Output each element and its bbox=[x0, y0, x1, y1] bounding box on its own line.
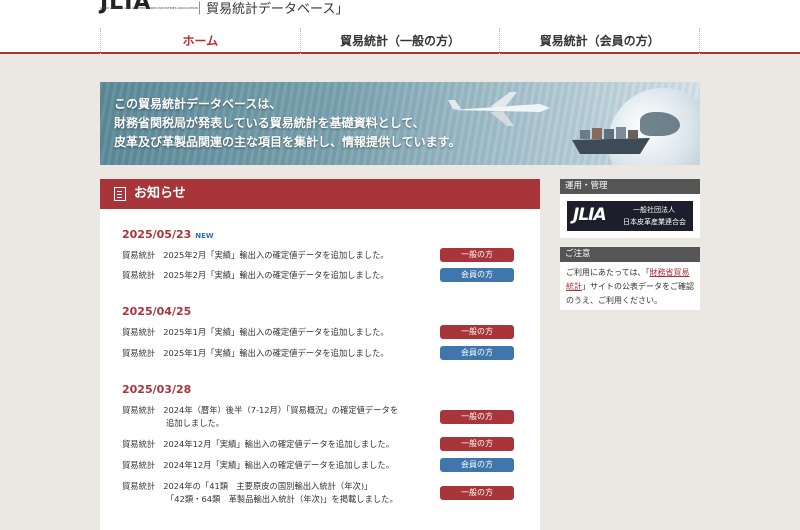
entry-category: 貿易統計 bbox=[122, 250, 156, 260]
nav-members[interactable]: 貿易統計（会員の方） bbox=[499, 28, 701, 54]
jlia-org-type: 一般社団法人 bbox=[633, 206, 675, 214]
entry-text: 2024年12月「実績」輸出入の確定値データを追加しました。 bbox=[163, 460, 395, 470]
general-button[interactable]: 一般の方 bbox=[440, 410, 514, 424]
entry-category: 貿易統計 bbox=[122, 327, 156, 337]
entry-text: 2024年12月「実績」輸出入の確定値データを追加しました。 bbox=[163, 439, 395, 449]
jlia-org-name: 日本皮革産業連合会 bbox=[623, 218, 686, 226]
list-item: 貿易統計 2025年2月「実績」輸出入の確定値データを追加しました。 bbox=[122, 269, 389, 282]
entry-text: 2025年1月「実績」輸出入の確定値データを追加しました。 bbox=[163, 348, 389, 358]
hero-banner: この貿易統計データベースは、 財務省関税局が発表している貿易統計を基礎資料として… bbox=[100, 82, 700, 165]
entry-text: 2025年2月「実績」輸出入の確定値データを追加しました。 bbox=[163, 250, 389, 260]
banner-line-2: 財務省関税局が発表している貿易統計を基礎資料として、 bbox=[114, 116, 425, 130]
list-item: 貿易統計 2024年の「41類 主要原皮の国別輸出入統計（年次)」 「42類・64… bbox=[122, 480, 398, 506]
general-button[interactable]: 一般の方 bbox=[440, 437, 514, 451]
notice-date: 2025/05/23 NEW bbox=[122, 228, 214, 241]
entry-text-continued: 追加しました。 bbox=[166, 418, 225, 428]
jlia-logo[interactable]: JLIA JAPAN LEATHER AND LEATHER GOODS IND… bbox=[100, 0, 198, 14]
new-badge: NEW bbox=[195, 232, 214, 240]
list-item: 貿易統計 2024年（暦年）後半（7-12月）「貿易概況」の確定値データを 追加し… bbox=[122, 404, 398, 430]
caution-post: 」サイトの公表データをご確認のうえ、ご利用ください。 bbox=[566, 282, 694, 305]
entry-category: 貿易統計 bbox=[122, 460, 156, 470]
general-button[interactable]: 一般の方 bbox=[440, 325, 514, 339]
date-text: 2025/05/23 bbox=[122, 228, 192, 241]
jlia-banner-link[interactable]: JLIA 一般社団法人 日本皮革産業連合会 bbox=[567, 201, 693, 231]
list-item: 貿易統計 2024年12月「実績」輸出入の確定値データを追加しました。 bbox=[122, 459, 394, 472]
entry-text: 2024年の「41類 主要原皮の国別輸出入統計（年次)」 bbox=[163, 481, 373, 491]
notice-header: お知らせ bbox=[100, 179, 540, 209]
notice-date: 2025/03/28 bbox=[122, 383, 191, 396]
airplane-icon bbox=[448, 92, 550, 126]
entry-text-continued: 「42類・64類 革製品輸出入統計（年次)」を掲載しました。 bbox=[166, 494, 398, 504]
caution-pre: ご利用にあたっては、「 bbox=[566, 268, 650, 277]
banner-line-3: 皮革及び革製品関連の主な項目を集計し、情報提供しています。 bbox=[114, 135, 461, 149]
banner-text: この貿易統計データベースは、 財務省関税局が発表している貿易統計を基礎資料として… bbox=[114, 95, 460, 152]
banner-line-1: この貿易統計データベースは、 bbox=[114, 97, 282, 111]
list-item: 貿易統計 2025年2月「実績」輸出入の確定値データを追加しました。 bbox=[122, 249, 389, 262]
member-button[interactable]: 会員の方 bbox=[440, 268, 514, 282]
list-item: 貿易統計 2025年1月「実績」輸出入の確定値データを追加しました。 bbox=[122, 347, 389, 360]
general-button[interactable]: 一般の方 bbox=[440, 248, 514, 262]
site-title: ｜貿易統計データベース」 bbox=[193, 2, 349, 17]
caution-heading: ご注意 bbox=[560, 247, 700, 262]
list-item: 貿易統計 2024年12月「実績」輸出入の確定値データを追加しました。 bbox=[122, 438, 394, 451]
list-item: 貿易統計 2025年1月「実績」輸出入の確定値データを追加しました。 bbox=[122, 326, 389, 339]
entry-category: 貿易統計 bbox=[122, 348, 156, 358]
entry-text: 2025年1月「実績」輸出入の確定値データを追加しました。 bbox=[163, 327, 389, 337]
general-button[interactable]: 一般の方 bbox=[440, 486, 514, 500]
entry-text: 2025年2月「実績」輸出入の確定値データを追加しました。 bbox=[163, 270, 389, 280]
document-icon bbox=[114, 187, 126, 201]
notice-date: 2025/04/25 bbox=[122, 305, 191, 318]
entry-category: 貿易統計 bbox=[122, 270, 156, 280]
notice-title: お知らせ bbox=[134, 186, 186, 201]
entry-category: 貿易統計 bbox=[122, 481, 156, 491]
jlia-mark: JLIA bbox=[573, 205, 607, 225]
caution-text: ご利用にあたっては、「財務省貿易統計」サイトの公表データをご確認のうえ、ご利用く… bbox=[566, 266, 696, 308]
main-nav: ホーム 貿易統計（一般の方） 貿易統計（会員の方） bbox=[100, 28, 701, 54]
date-text: 2025/03/28 bbox=[122, 383, 192, 396]
nav-home[interactable]: ホーム bbox=[100, 28, 300, 54]
site-header: JLIA JAPAN LEATHER AND LEATHER GOODS IND… bbox=[0, 0, 800, 54]
member-button[interactable]: 会員の方 bbox=[440, 346, 514, 360]
member-button[interactable]: 会員の方 bbox=[440, 458, 514, 472]
logo-subtitle: JAPAN LEATHER AND LEATHER GOODS INDUSTRI… bbox=[100, 6, 198, 10]
operation-heading: 運用・管理 bbox=[560, 179, 700, 194]
entry-category: 貿易統計 bbox=[122, 439, 156, 449]
date-text: 2025/04/25 bbox=[122, 305, 192, 318]
nav-general[interactable]: 貿易統計（一般の方） bbox=[299, 28, 500, 54]
entry-category: 貿易統計 bbox=[122, 405, 156, 415]
entry-text: 2024年（暦年）後半（7-12月）「貿易概況」の確定値データを bbox=[163, 405, 399, 415]
container-ship-icon bbox=[572, 127, 650, 154]
